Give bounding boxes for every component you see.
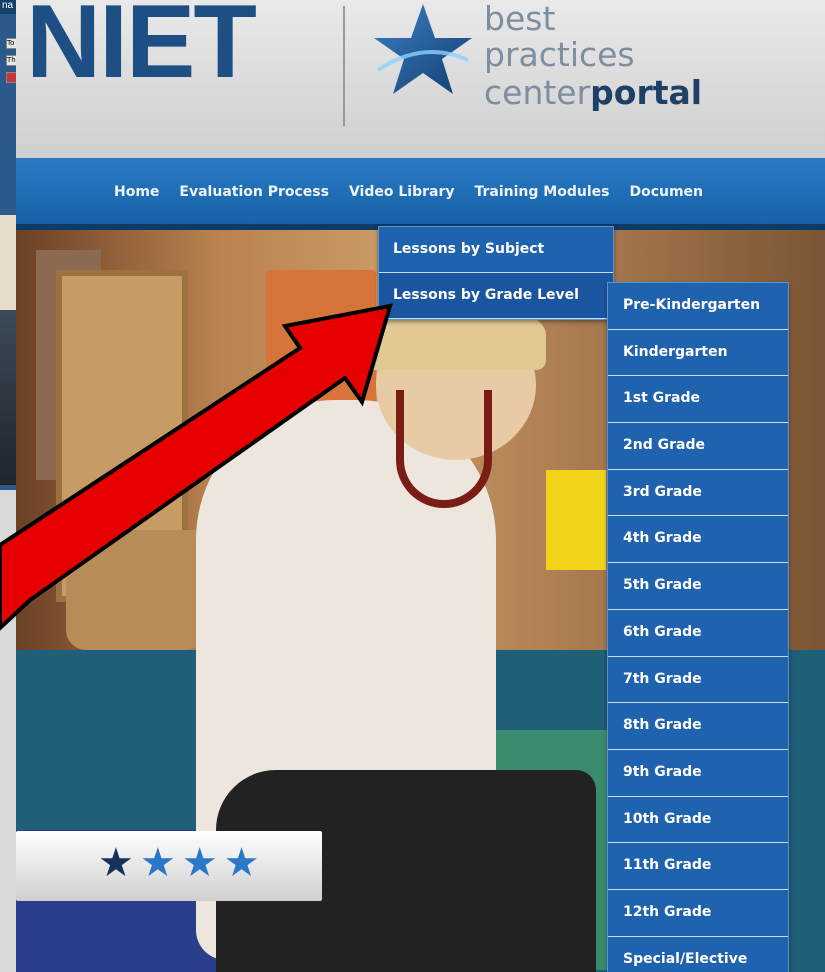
submenu-item-3rd-grade[interactable]: 3rd Grade: [608, 470, 788, 517]
tagline-center: center: [484, 73, 591, 112]
submenu-item-8th-grade[interactable]: 8th Grade: [608, 703, 788, 750]
submenu-item-5th-grade[interactable]: 5th Grade: [608, 563, 788, 610]
nav-training-modules[interactable]: Training Modules: [475, 184, 610, 200]
submenu-item-1st-grade[interactable]: 1st Grade: [608, 376, 788, 424]
star-rating-panel: ★ ★ ★ ★: [16, 831, 322, 901]
nav-evaluation-process[interactable]: Evaluation Process: [179, 184, 329, 200]
submenu-item-kindergarten[interactable]: Kindergarten: [608, 330, 788, 377]
star-rating[interactable]: ★ ★ ★ ★: [98, 843, 259, 883]
menu-item-lessons-by-subject[interactable]: Lessons by Subject: [379, 227, 613, 273]
nav-documents[interactable]: Documen: [629, 184, 703, 200]
submenu-item-pre-kindergarten[interactable]: Pre-Kindergarten: [608, 283, 788, 330]
submenu-item-10th-grade[interactable]: 10th Grade: [608, 797, 788, 844]
star-icon[interactable]: ★: [224, 843, 260, 883]
wicker-basket: [66, 530, 206, 650]
logo-divider: [343, 6, 345, 126]
submenu-item-2nd-grade[interactable]: 2nd Grade: [608, 423, 788, 470]
niet-logo[interactable]: NIET: [26, 0, 257, 94]
submenu-item-4th-grade[interactable]: 4th Grade: [608, 516, 788, 564]
toy-blocks: [546, 470, 606, 570]
star-icon[interactable]: ★: [140, 843, 176, 883]
tagline-center-portal: centerportal: [484, 76, 702, 109]
tagline-best: best: [484, 0, 556, 38]
star-icon[interactable]: ★: [182, 843, 218, 883]
background-title-text: na: [2, 0, 14, 11]
nav-home[interactable]: Home: [114, 184, 159, 200]
submenu-item-11th-grade[interactable]: 11th Grade: [608, 843, 788, 890]
screenshot: na To The NIET best practices centerport…: [0, 0, 825, 972]
submenu-item-9th-grade[interactable]: 9th Grade: [608, 750, 788, 797]
menu-item-lessons-by-grade-level[interactable]: Lessons by Grade Level: [379, 273, 613, 319]
video-library-dropdown: Lessons by Subject Lessons by Grade Leve…: [378, 226, 614, 320]
tagline-portal: portal: [590, 73, 703, 112]
submenu-item-12th-grade[interactable]: 12th Grade: [608, 890, 788, 937]
submenu-item-7th-grade[interactable]: 7th Grade: [608, 657, 788, 704]
nav-list: Home Evaluation Process Video Library Tr…: [114, 184, 703, 200]
main-nav: Home Evaluation Process Video Library Tr…: [16, 158, 825, 230]
submenu-item-special-elective[interactable]: Special/Elective: [608, 937, 788, 972]
nav-video-library[interactable]: Video Library: [349, 184, 455, 200]
star-filled-icon[interactable]: ★: [98, 843, 134, 883]
submenu-item-6th-grade[interactable]: 6th Grade: [608, 610, 788, 657]
star-logo-icon: [374, 4, 472, 94]
grade-level-submenu: Pre-Kindergarten Kindergarten 1st Grade …: [607, 282, 789, 972]
teacher-necklace: [396, 390, 492, 508]
tagline-practices: practices: [484, 35, 635, 74]
site-header: NIET best practices centerportal: [16, 0, 825, 158]
